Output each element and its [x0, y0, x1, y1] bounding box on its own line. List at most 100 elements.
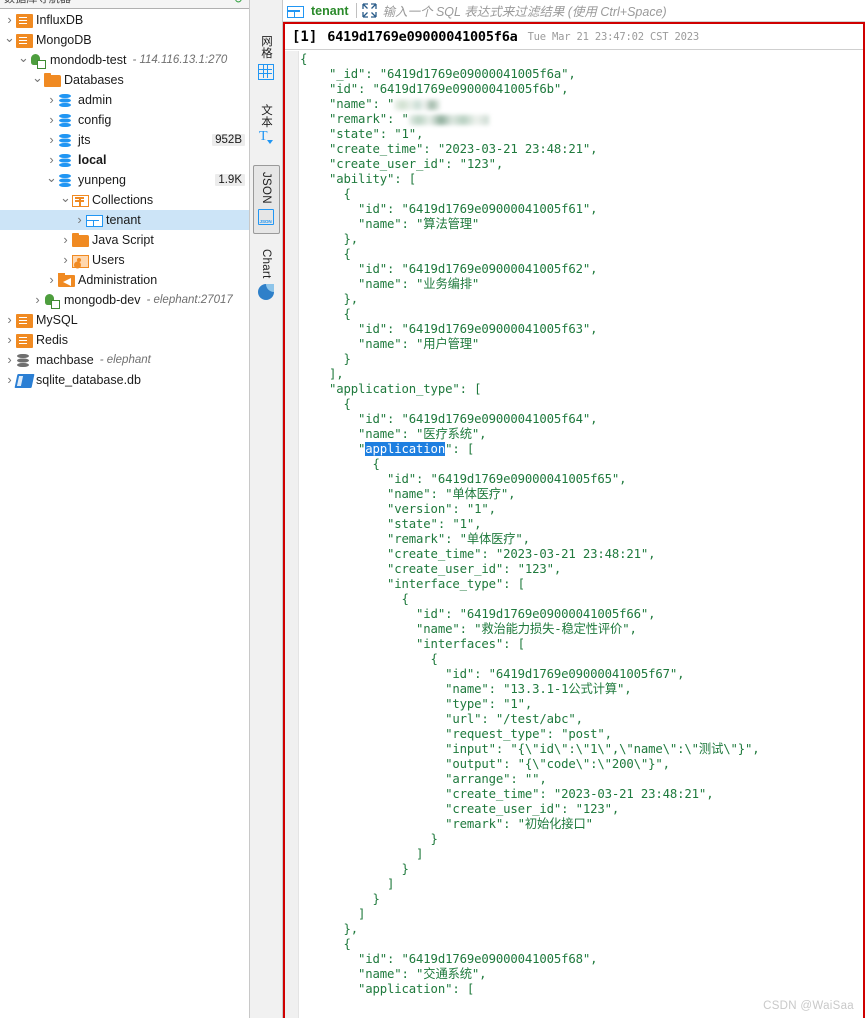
database-icon: [58, 133, 75, 148]
tree-item-config[interactable]: config: [0, 110, 249, 130]
chevron-right-icon[interactable]: [45, 94, 58, 107]
chevron-right-icon[interactable]: [31, 294, 44, 307]
json-document[interactable]: { "_id": "6419d1769e09000041005f6a", "id…: [300, 51, 863, 1018]
result-view-tabstrip: 网格文本 JSON Chart: [250, 0, 283, 1018]
tree-item-host: - elephant:27017: [146, 294, 233, 306]
chevron-right-icon[interactable]: [73, 214, 86, 227]
chevron-right-icon[interactable]: [45, 154, 58, 167]
view-tab-chart[interactable]: Chart: [253, 242, 280, 309]
tree-item-jts[interactable]: jts 952B: [0, 130, 249, 150]
chevron-down-icon[interactable]: [45, 174, 58, 187]
json-line: "name": "业务编排": [300, 277, 480, 291]
text-icon: [258, 129, 274, 148]
chevron-right-icon[interactable]: [3, 14, 16, 27]
tree-item-redis[interactable]: Redis: [0, 330, 249, 350]
json-line: "url": "/test/abc",: [300, 712, 583, 726]
json-line: }: [300, 832, 438, 846]
json-line: "arrange": "",: [300, 772, 547, 786]
database-tree: InfluxDB MongoDB mondodb-test - 114.116.13.…: [0, 9, 249, 390]
chevron-down-icon[interactable]: [3, 34, 16, 47]
administration-icon: [58, 273, 75, 287]
view-tab-label: 网格: [260, 35, 272, 59]
navigator-toolbar-title: 数据库导航器: [4, 0, 71, 5]
chevron-right-icon[interactable]: [45, 134, 58, 147]
tree-item-databases[interactable]: Databases: [0, 70, 249, 90]
view-tab-label: 文本: [260, 103, 272, 128]
database-icon: [58, 173, 75, 188]
result-tab-tenant[interactable]: tenant: [287, 4, 355, 18]
chevron-right-icon[interactable]: [45, 274, 58, 287]
db-type-icon: [16, 333, 33, 348]
tree-item-tenant[interactable]: tenant: [0, 210, 249, 230]
tree-item-machbase[interactable]: machbase - elephant: [0, 350, 249, 370]
tree-item-mongodbdev[interactable]: mongodb-dev - elephant:27017: [0, 290, 249, 310]
machbase-icon: [16, 353, 33, 368]
collection-table-icon: [86, 215, 103, 227]
tree-item-label: sqlite_database.db: [36, 373, 141, 387]
json-line: "application": [: [300, 442, 475, 456]
json-line: "id": "6419d1769e09000041005f64",: [300, 412, 598, 426]
chevron-down-icon[interactable]: [31, 74, 44, 87]
chevron-down-icon[interactable]: [17, 54, 30, 67]
connection-icon: [30, 53, 47, 69]
chart-icon: [258, 283, 274, 300]
tree-item-sqlite[interactable]: sqlite_database.db: [0, 370, 249, 390]
expand-collapse-icon[interactable]: [361, 3, 377, 18]
collection-table-icon: [287, 5, 304, 18]
database-navigator-panel: 数据库导航器 ↻ InfluxDB MongoDB mondodb-test - 11…: [0, 0, 250, 1018]
json-line: },: [300, 292, 359, 306]
json-line: "name": "交通系统",: [300, 967, 487, 981]
view-tab-text[interactable]: 文本: [253, 97, 280, 158]
json-line: "id": "6419d1769e09000041005f63",: [300, 322, 598, 336]
tree-item-users[interactable]: Users: [0, 250, 249, 270]
tree-item-javascript[interactable]: Java Script: [0, 230, 249, 250]
json-view-container: [1] 6419d1769e09000041005f6a Tue Mar 21 …: [283, 22, 865, 1018]
json-line: "create_user_id": "123",: [300, 157, 504, 171]
tree-item-mondodbtest[interactable]: mondodb-test - 114.116.13.1:270: [0, 50, 249, 70]
tree-item-yunpeng[interactable]: yunpeng 1.9K: [0, 170, 249, 190]
json-line: },: [300, 232, 359, 246]
tree-item-influxdb[interactable]: InfluxDB: [0, 10, 249, 30]
db-type-icon: [16, 33, 33, 48]
json-line: {: [300, 52, 308, 66]
tree-item-mongodb[interactable]: MongoDB: [0, 30, 249, 50]
json-line: "remark": "单体医疗",: [300, 532, 530, 546]
tree-item-label: Administration: [78, 273, 158, 287]
json-line: "id": "6419d1769e09000041005f62",: [300, 262, 598, 276]
chevron-right-icon[interactable]: [3, 314, 16, 327]
chevron-right-icon[interactable]: [3, 334, 16, 347]
folder-icon: [72, 233, 89, 247]
refresh-icon[interactable]: ↻: [234, 0, 243, 6]
navigator-toolbar: 数据库导航器 ↻: [0, 0, 249, 9]
json-line: "input": "{\"id\":\"1\",\"name\":\"测试\"}…: [300, 742, 760, 756]
json-line: "name": "用户管理": [300, 337, 480, 351]
sql-filter-input[interactable]: 输入一个 SQL 表达式来过滤结果 (使用 Ctrl+Space): [383, 1, 667, 20]
view-tab-json[interactable]: JSON: [252, 165, 280, 235]
json-line: {: [300, 592, 409, 606]
chevron-right-icon[interactable]: [59, 234, 72, 247]
users-icon: [72, 254, 89, 268]
json-line: "name": ": [300, 97, 863, 112]
sqlite-icon: [14, 373, 35, 388]
tree-item-label: InfluxDB: [36, 13, 84, 27]
view-tab-grid[interactable]: 网格: [253, 28, 280, 89]
chevron-right-icon[interactable]: [3, 354, 16, 367]
result-tab-label: tenant: [311, 3, 349, 18]
record-timestamp: Tue Mar 21 23:47:02 CST 2023: [527, 30, 700, 43]
chevron-right-icon[interactable]: [59, 254, 72, 267]
tree-item-collections[interactable]: Collections: [0, 190, 249, 210]
tree-item-mysql[interactable]: MySQL: [0, 310, 249, 330]
chevron-right-icon[interactable]: [45, 114, 58, 127]
connection-icon: [44, 293, 61, 309]
tree-item-admin[interactable]: admin: [0, 90, 249, 110]
redacted-value: [394, 100, 441, 110]
tree-item-label: Collections: [92, 193, 154, 207]
chevron-down-icon[interactable]: [59, 194, 72, 207]
json-line: "id": "6419d1769e09000041005f66",: [300, 607, 656, 621]
tree-item-label: yunpeng: [78, 173, 126, 187]
selected-token[interactable]: application: [365, 442, 445, 456]
editor-gutter: [285, 51, 299, 1018]
tree-item-local[interactable]: local: [0, 150, 249, 170]
tree-item-administration[interactable]: Administration: [0, 270, 249, 290]
tree-item-label: Databases: [64, 73, 124, 87]
